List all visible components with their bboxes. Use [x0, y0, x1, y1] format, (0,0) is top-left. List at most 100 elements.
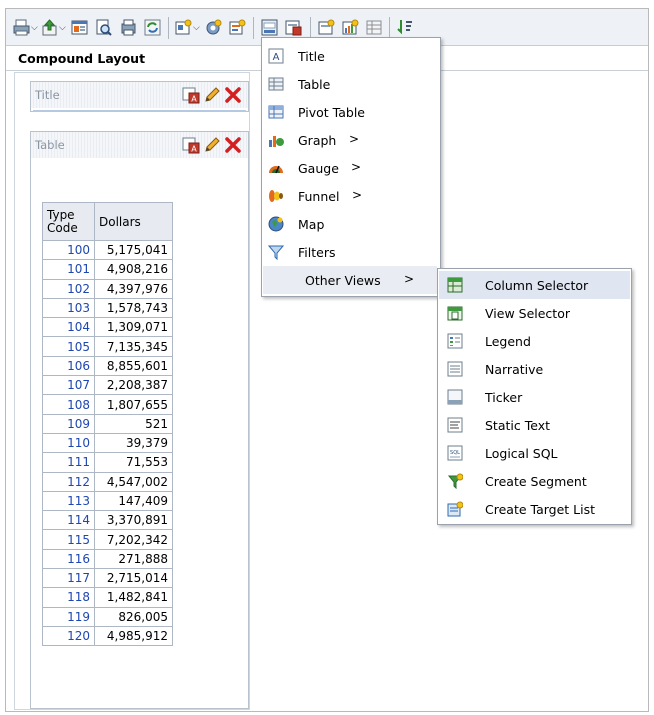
delete-icon[interactable]	[224, 136, 242, 157]
type-code-cell[interactable]: 103	[42, 297, 95, 319]
edit-icon[interactable]	[260, 18, 279, 37]
settings-icon[interactable]	[204, 18, 223, 37]
menu-item-label: Other Views	[305, 273, 381, 288]
funnel-icon	[268, 188, 284, 204]
submenu-item-label: Create Segment	[485, 474, 587, 489]
delete-icon[interactable]	[224, 86, 242, 107]
menu-item-other-views[interactable]: Other Views >	[263, 266, 437, 294]
page-title: Compound Layout	[18, 51, 146, 66]
type-code-cell[interactable]: 115	[42, 529, 95, 550]
menu-item-funnel[interactable]: Funnel >	[262, 182, 438, 210]
menu-item-title[interactable]: A Title	[262, 42, 438, 70]
column-header-type-code[interactable]: Type Code	[42, 202, 95, 241]
chevron-down-icon[interactable]: ⌵	[193, 23, 200, 33]
table-row: 104 1,309,071	[42, 317, 173, 338]
title-view[interactable]: Title A	[30, 81, 249, 112]
type-code-cell[interactable]: 105	[42, 336, 95, 357]
type-code-cell[interactable]: 119	[42, 606, 95, 627]
menu-item-label: Funnel	[298, 189, 340, 204]
view-properties-icon[interactable]: A	[182, 86, 200, 107]
menu-item-filters[interactable]: Filters	[262, 238, 438, 266]
submenu-item-static-text[interactable]: Static Text	[439, 411, 630, 439]
copy-icon[interactable]	[119, 18, 138, 37]
menu-item-pivot-table[interactable]: Pivot Table	[262, 98, 438, 126]
hide-icon[interactable]	[317, 18, 336, 37]
view-label: Table	[35, 138, 65, 152]
type-code-cell[interactable]: 117	[42, 568, 95, 589]
dollars-cell: 1,578,743	[94, 297, 173, 319]
submenu-item-legend[interactable]: Legend	[439, 327, 630, 355]
static-text-icon	[447, 417, 463, 433]
title-icon: A	[268, 48, 284, 64]
title-view-body	[33, 110, 246, 112]
submenu-item-create-target-list[interactable]: Create Target List	[439, 495, 630, 523]
filters-icon	[268, 244, 284, 260]
type-code-cell[interactable]: 120	[42, 625, 95, 647]
new-view-icon[interactable]	[174, 18, 193, 37]
type-code-cell[interactable]: 101	[42, 259, 95, 280]
chevron-right-icon: >	[352, 188, 363, 202]
type-code-cell[interactable]: 114	[42, 510, 95, 531]
table-icon[interactable]	[365, 18, 384, 37]
menu-item-label: Title	[298, 49, 325, 64]
refresh-icon[interactable]	[143, 18, 162, 37]
type-code-cell[interactable]: 113	[42, 490, 95, 512]
submenu-item-create-segment[interactable]: Create Segment	[439, 467, 630, 495]
table-row: 112 4,547,002	[42, 471, 173, 492]
submenu-item-logical-sql[interactable]: SQL Logical SQL	[439, 439, 630, 467]
dollars-cell: 1,807,655	[94, 394, 173, 415]
column-header-dollars[interactable]: Dollars	[94, 202, 173, 241]
svg-text:SQL: SQL	[450, 450, 460, 456]
menu-item-map[interactable]: Map	[262, 210, 438, 238]
submenu-item-column-selector[interactable]: Column Selector	[439, 271, 630, 299]
type-code-cell[interactable]: 100	[42, 239, 95, 261]
table-row: 100 5,175,041	[42, 239, 173, 261]
pencil-icon[interactable]	[203, 136, 221, 157]
chevron-right-icon: >	[404, 272, 415, 286]
pencil-icon[interactable]	[203, 86, 221, 107]
type-code-cell[interactable]: 118	[42, 587, 95, 608]
view-selector-icon	[447, 305, 463, 321]
create-target-list-icon	[447, 501, 463, 517]
dollars-cell: 39,379	[94, 432, 173, 454]
table-row: 116 271,888	[42, 548, 173, 570]
chart-icon[interactable]	[341, 18, 360, 37]
table-row: 114 3,370,891	[42, 510, 173, 531]
gauge-icon	[268, 160, 284, 176]
submenu-item-label: Column Selector	[485, 278, 589, 293]
table-row: 109 521	[42, 413, 173, 434]
type-code-cell[interactable]: 109	[42, 413, 95, 434]
submenu-item-narrative[interactable]: Narrative	[439, 355, 630, 383]
table-row: 108 1,807,655	[42, 394, 173, 415]
preview-icon[interactable]	[70, 18, 89, 37]
submenu-item-ticker[interactable]: Ticker	[439, 383, 630, 411]
type-code-cell[interactable]: 106	[42, 355, 95, 377]
submenu-item-label: Ticker	[485, 390, 523, 405]
print-preview-icon[interactable]	[94, 18, 113, 37]
view-properties-icon[interactable]: A	[182, 136, 200, 157]
table-icon	[268, 76, 284, 92]
chevron-down-icon[interactable]: ⌵	[59, 23, 66, 33]
menu-item-table[interactable]: Table	[262, 70, 438, 98]
properties-icon[interactable]	[284, 18, 303, 37]
type-code-cell[interactable]: 104	[42, 317, 95, 338]
type-code-cell[interactable]: 108	[42, 394, 95, 415]
dollars-cell: 4,985,912	[94, 625, 173, 647]
print-icon[interactable]	[12, 18, 31, 37]
type-code-cell[interactable]: 107	[42, 375, 95, 396]
type-code-cell[interactable]: 111	[42, 452, 95, 473]
menu-item-gauge[interactable]: Gauge >	[262, 154, 438, 182]
new-view-menu: A Title Table Pivot Table Graph > Gauge > Funnel…	[261, 37, 441, 297]
type-code-cell[interactable]: 110	[42, 432, 95, 454]
type-code-cell[interactable]: 116	[42, 548, 95, 570]
export-icon[interactable]	[40, 18, 59, 37]
table-row: 102 4,397,976	[42, 278, 173, 299]
sort-icon[interactable]	[396, 18, 415, 37]
menu-item-label: Gauge	[298, 161, 339, 176]
filters-icon[interactable]	[228, 18, 247, 37]
menu-item-graph[interactable]: Graph >	[262, 126, 438, 154]
chevron-down-icon[interactable]: ⌵	[31, 23, 38, 33]
submenu-item-view-selector[interactable]: View Selector	[439, 299, 630, 327]
type-code-cell[interactable]: 112	[42, 471, 95, 492]
type-code-cell[interactable]: 102	[42, 278, 95, 299]
